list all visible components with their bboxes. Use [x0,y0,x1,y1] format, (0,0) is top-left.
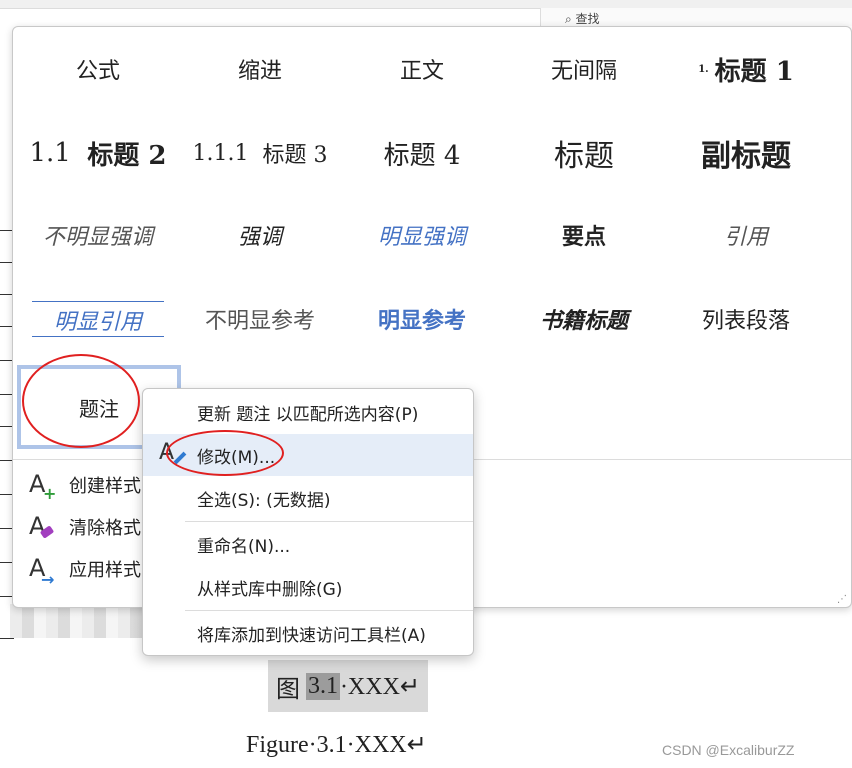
menu-item-modify[interactable]: A 修改(M)... [143,434,473,476]
style-subtitle[interactable]: 副标题 [665,113,827,193]
modify-style-icon: A [159,440,189,468]
menu-item-rename[interactable]: 重命名(N)... [143,523,473,565]
clear-formatting-button[interactable]: A 清除格式 [29,507,141,547]
menu-item-add-to-quick-access[interactable]: 将库添加到快速访问工具栏(A) [143,612,473,654]
style-quote[interactable]: 引用 [665,195,827,275]
style-heading-2[interactable]: 1.1 标题 2 [17,113,179,193]
context-menu: 更新 题注 以匹配所选内容(P) A 修改(M)... 全选(S): (无数据)… [142,388,474,656]
style-intense-quote[interactable]: 明显引用 [17,279,179,359]
menu-item-label: 重命名(N)... [197,536,291,557]
menu-separator [185,521,473,522]
style-heading-4[interactable]: 标题 4 [341,113,503,193]
heading-3-label: 标题 3 [262,143,328,168]
clear-formatting-icon: A [29,512,59,542]
create-style-icon: A + [29,470,57,503]
heading-2-number: 1.1 [29,138,71,168]
document-caption[interactable]: 图 3.1 ·XXX↵ [268,660,428,712]
style-book-title[interactable]: 书籍标题 [503,279,665,359]
find-label: 查找 [575,12,600,26]
style-no-spacing[interactable]: 无间隔 [503,29,665,109]
create-style-button[interactable]: A + 创建样式 [29,465,141,505]
caption-text: ·XXX↵ [339,673,421,700]
style-emphasis[interactable]: 强调 [179,195,341,275]
menu-item-label: 修改(M)... [197,447,276,468]
style-heading-1[interactable]: 1. 标题 1 [665,29,827,109]
menu-item-label: 将库添加到快速访问工具栏(A) [197,625,426,646]
heading-1-label: 标题 1 [714,56,794,87]
resize-grip-icon[interactable]: ⋰ [837,594,847,605]
create-style-label: 创建样式 [69,476,141,497]
menu-item-remove-from-gallery[interactable]: 从样式库中删除(G) [143,566,473,608]
style-subtle-emphasis[interactable]: 不明显强调 [17,195,179,275]
figure-caption-english[interactable]: Figure·3.1·XXX↵ [246,730,427,759]
menu-item-label: 从样式库中删除(G) [197,579,343,600]
style-indent[interactable]: 缩进 [179,29,341,109]
caption-prefix: 图 [275,676,300,703]
apply-styles-button[interactable]: A → 应用样式 [29,549,141,589]
watermark: CSDN @ExcaliburZZ [662,742,795,758]
caption-number: 3.1 [305,672,340,700]
heading-2-label: 标题 2 [87,140,167,171]
style-title[interactable]: 标题 [503,113,665,193]
menu-item-select-all[interactable]: 全选(S): (无数据) [143,477,473,519]
heading-3-number: 1.1.1 [192,140,249,166]
clear-formatting-label: 清除格式 [69,518,141,539]
apply-styles-label: 应用样式 [69,560,141,581]
style-intense-reference[interactable]: 明显参考 [341,279,503,359]
menu-item-label: 更新 题注 以匹配所选内容(P) [197,404,419,425]
menu-item-label: 全选(S): (无数据) [197,490,331,511]
style-list-paragraph[interactable]: 列表段落 [665,279,827,359]
apply-styles-icon: A → [29,554,55,589]
style-intense-emphasis[interactable]: 明显强调 [341,195,503,275]
intense-quote-label: 明显引用 [31,301,164,337]
menu-item-update-caption[interactable]: 更新 题注 以匹配所选内容(P) [143,391,473,433]
style-subtle-reference[interactable]: 不明显参考 [179,279,341,359]
heading-1-marker: 1. [698,63,709,75]
find-button[interactable]: ⌕ 查找 [565,10,600,27]
style-heading-3[interactable]: 1.1.1 标题 3 [179,113,341,193]
ribbon-toolbar: ⌕ 查找 [540,8,852,26]
menu-separator [185,610,473,611]
style-normal[interactable]: 正文 [341,29,503,109]
style-formula[interactable]: 公式 [17,29,179,109]
style-strong[interactable]: 要点 [503,195,665,275]
